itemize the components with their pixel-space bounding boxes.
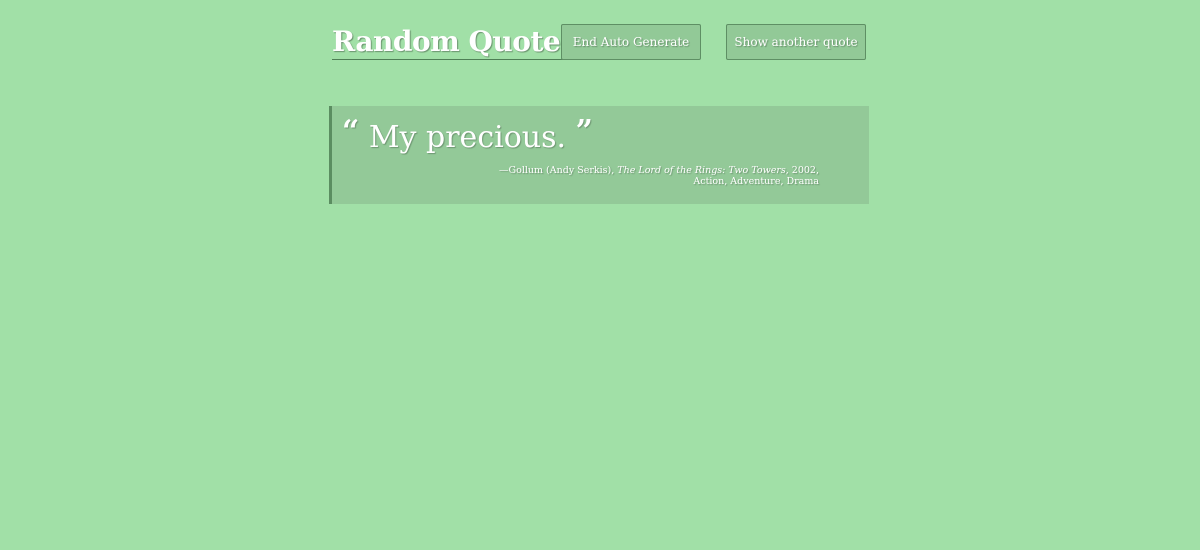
quote-attribution: —Gollum (Andy Serkis), The Lord of the R… (489, 165, 819, 187)
quote-year: , 2002, (785, 165, 819, 176)
page: Random Quotes End Auto Generate Show ano… (0, 0, 1200, 550)
header: Random Quotes End Auto Generate Show ano… (332, 22, 868, 62)
quote-text-line: “ My precious. ” (342, 114, 593, 158)
close-quote-icon: ” (575, 114, 593, 149)
page-title[interactable]: Random Quotes (332, 26, 576, 60)
quote-film: The Lord of the Rings: Two Towers (617, 165, 786, 176)
end-auto-generate-button[interactable]: End Auto Generate (561, 24, 701, 60)
quote-box: “ My precious. ” —Gollum (Andy Serkis), … (329, 106, 869, 204)
attribution-dash: — (499, 165, 509, 176)
open-quote-icon: “ (342, 114, 360, 149)
quote-character: Gollum (Andy Serkis), (508, 165, 618, 176)
quote-text: My precious. (368, 120, 567, 155)
quote-genres: Action, Adventure, Drama (693, 176, 819, 187)
show-another-quote-button[interactable]: Show another quote (726, 24, 866, 60)
